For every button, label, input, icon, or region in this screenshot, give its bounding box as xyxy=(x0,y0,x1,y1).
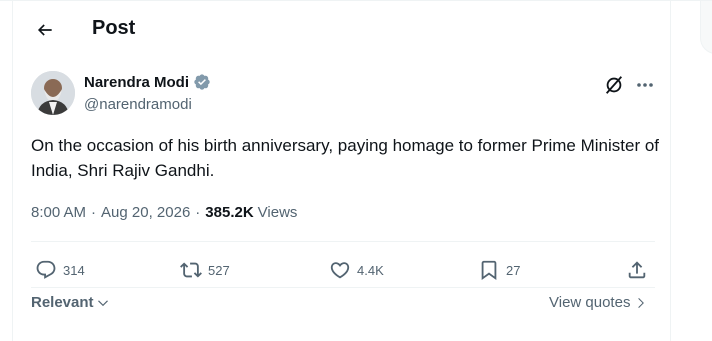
views-count: 385.2K xyxy=(205,204,254,221)
author-name[interactable]: Narendra Modi xyxy=(84,73,211,91)
meta-separator-2: · xyxy=(195,204,201,221)
author-handle[interactable]: @narendramodi xyxy=(84,96,192,113)
back-arrow-icon xyxy=(37,24,52,36)
view-quotes-label: View quotes xyxy=(549,294,631,311)
grok-icon[interactable] xyxy=(603,74,625,96)
replies-sort-label: Relevant xyxy=(31,294,94,311)
repost-button[interactable]: 527 xyxy=(180,255,230,285)
avatar[interactable] xyxy=(31,71,75,115)
divider-top xyxy=(31,241,655,242)
reply-count: 314 xyxy=(63,262,85,278)
view-quotes-link[interactable]: View quotes xyxy=(549,294,646,311)
reply-button[interactable]: 314 xyxy=(35,255,85,285)
page-title: Post xyxy=(92,17,136,39)
views-label: Views xyxy=(257,204,298,221)
post-text: On the occasion of his birth anniversary… xyxy=(31,136,660,180)
share-icon xyxy=(628,261,646,279)
post-time[interactable]: 8:00 AM xyxy=(31,204,86,221)
author-name-text: Narendra Modi xyxy=(84,73,190,91)
divider-bottom xyxy=(31,287,655,288)
reply-icon xyxy=(36,260,56,279)
action-bar: 314 527 4.4K 27 xyxy=(31,255,655,285)
share-button[interactable] xyxy=(626,255,648,285)
avatar-image xyxy=(31,71,75,115)
post-meta: 8:00 AM · Aug 20, 2026 · 385.2K Views xyxy=(31,204,297,221)
replies-sort-dropdown[interactable]: Relevant xyxy=(31,294,110,311)
right-column-card xyxy=(700,0,712,54)
verified-badge-icon xyxy=(193,73,211,91)
chevron-right-icon xyxy=(638,297,645,308)
bookmark-icon xyxy=(481,260,497,281)
post-date[interactable]: Aug 20, 2026 xyxy=(101,204,190,221)
repost-count: 527 xyxy=(208,262,230,278)
post-header: Post xyxy=(12,0,652,60)
bookmark-button[interactable]: 27 xyxy=(478,255,520,285)
more-icon[interactable] xyxy=(635,78,655,92)
like-count: 4.4K xyxy=(357,262,384,278)
like-button[interactable]: 4.4K xyxy=(329,255,384,285)
meta-separator: · xyxy=(91,204,97,221)
back-button[interactable] xyxy=(28,13,62,47)
like-icon xyxy=(330,262,350,279)
chevron-down-icon xyxy=(97,299,108,306)
bookmark-count: 27 xyxy=(506,262,521,278)
repost-icon xyxy=(180,262,202,278)
